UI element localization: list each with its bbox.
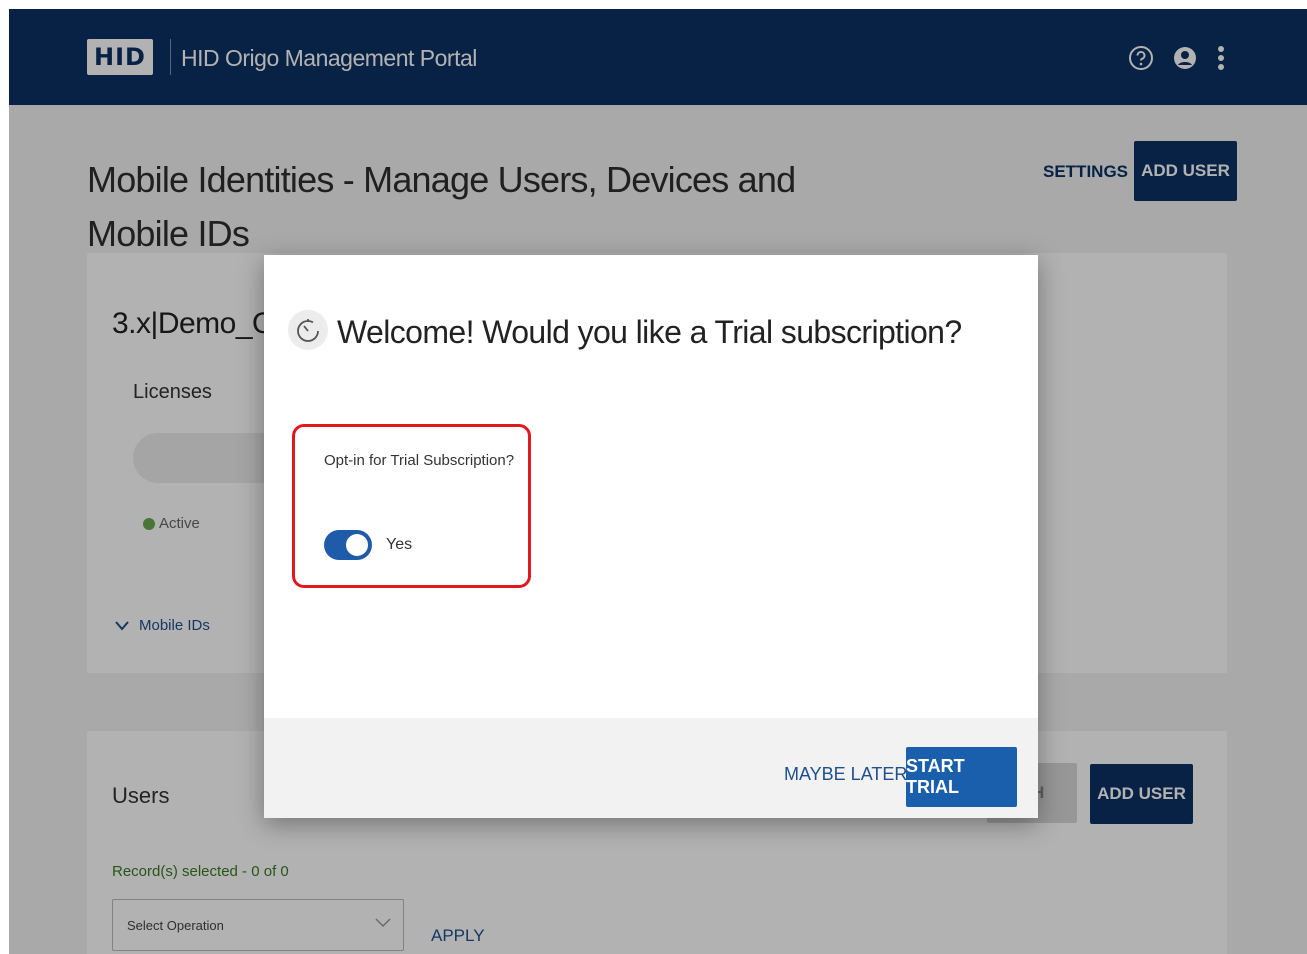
- timer-icon: [288, 310, 328, 350]
- trial-toggle-switch[interactable]: [324, 530, 372, 560]
- maybe-later-button[interactable]: MAYBE LATER: [784, 764, 907, 785]
- dialog-title: Welcome! Would you like a Trial subscrip…: [337, 314, 962, 350]
- start-trial-button[interactable]: START TRIAL: [906, 747, 1017, 807]
- trial-subscription-dialog: Welcome! Would you like a Trial subscrip…: [264, 255, 1038, 818]
- toggle-label: Yes: [386, 536, 413, 553]
- opt-in-highlight: Opt-in for Trial Subscription? Yes: [292, 424, 531, 588]
- app-frame: HID HID Origo Management Portal Mobile I…: [9, 9, 1307, 954]
- toggle-knob: [346, 534, 368, 556]
- opt-in-label: Opt-in for Trial Subscription?: [324, 452, 515, 469]
- dialog-footer: MAYBE LATER START TRIAL: [264, 718, 1038, 818]
- trial-toggle-row: Yes: [324, 530, 412, 560]
